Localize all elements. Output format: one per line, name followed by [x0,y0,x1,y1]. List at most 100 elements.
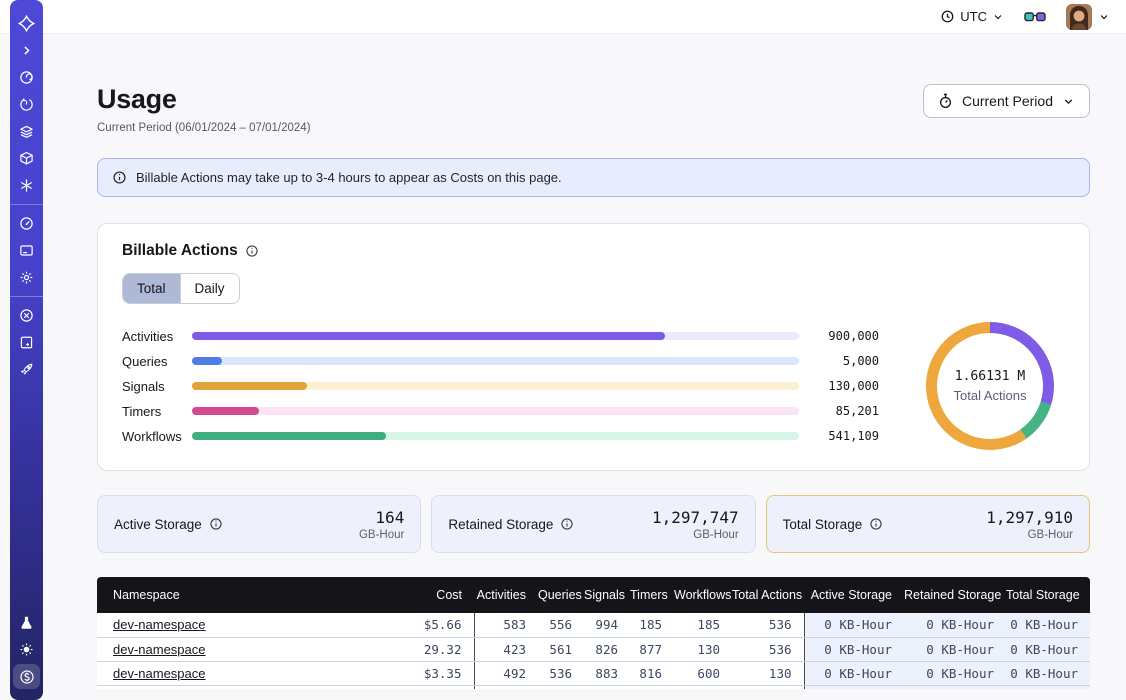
tab-total[interactable]: Total [123,274,181,303]
namespace-cell: dev-namespace [97,637,369,661]
column-header: Activities [474,577,538,613]
view-tabs: Total Daily [122,273,240,304]
period-selector-button[interactable]: Current Period [923,84,1090,118]
bar-value: 541,109 [813,429,879,443]
value-cell: 0 KB-Hour [1006,661,1090,685]
stopwatch-icon [938,93,953,109]
bar-fill [192,407,259,415]
expand-chevron-icon[interactable] [10,37,43,64]
info-icon[interactable] [560,517,574,531]
bar-label: Timers [122,404,192,419]
schedules-icon[interactable] [10,91,43,118]
info-icon[interactable] [209,517,223,531]
usage-meter-icon[interactable] [10,210,43,237]
column-header: Total Storage [1006,577,1090,613]
support-icon[interactable] [10,302,43,329]
value-cell [1006,685,1090,689]
value-cell: 0 KB-Hour [804,637,904,661]
page-title: Usage [97,84,311,115]
namespace-link[interactable]: dev-namespace [113,666,206,681]
column-header: Namespace [97,577,369,613]
sidebar-divider [10,296,43,297]
value-cell: 0 KB-Hour [804,613,904,637]
value-cell: $5.66 [369,613,474,637]
total-actions-donut: 1.66131 M Total Actions [926,322,1054,450]
table-row-partial: dev-namespace [97,685,1090,689]
chevron-down-icon [992,11,1004,23]
value-cell: 185 [630,613,674,637]
glasses-icon[interactable] [1024,10,1046,24]
bar-track [192,382,799,390]
value-cell: 561 [538,637,584,661]
bar-row: Queries5,000 [122,349,879,374]
table-row: dev-namespace$5.665835569941851855360 KB… [97,613,1090,637]
namespaces-icon[interactable] [10,64,43,91]
main-content: Usage Current Period (06/01/2024 – 07/01… [0,33,1126,700]
value-cell: 0 KB-Hour [1006,637,1090,661]
value-cell: 877 [630,637,674,661]
column-header: Retained Storage [904,577,1006,613]
column-header: Total Actions [732,577,804,613]
active-storage-unit: GB-Hour [359,529,404,541]
value-cell: 0 KB-Hour [904,661,1006,685]
value-cell: 29.32 [369,637,474,661]
bar-track [192,332,799,340]
page-header: Usage Current Period (06/01/2024 – 07/01… [97,84,1090,134]
billing-card-icon[interactable] [10,237,43,264]
billable-actions-title: Billable Actions [122,242,1065,260]
column-header: Active Storage [804,577,904,613]
value-cell: 536 [732,637,804,661]
namespace-cell: dev-namespace [97,661,369,685]
temporal-logo-icon[interactable] [10,10,43,37]
usage-dollar-icon[interactable] [10,663,43,690]
info-banner: Billable Actions may take up to 3-4 hour… [97,158,1090,197]
bar-label: Activities [122,329,192,344]
deployments-icon[interactable] [10,145,43,172]
value-cell: 583 [474,613,538,637]
value-cell: 423 [474,637,538,661]
timezone-selector[interactable]: UTC [940,9,1004,24]
namespace-cell: dev-namespace [97,685,369,689]
value-cell: 0 KB-Hour [904,637,1006,661]
value-cell: 994 [584,613,630,637]
billable-actions-chart: Activities900,000Queries5,000Signals130,… [122,322,1065,450]
bar-label: Queries [122,354,192,369]
info-icon[interactable] [869,517,883,531]
value-cell: 556 [538,613,584,637]
value-cell: 0 KB-Hour [804,661,904,685]
user-menu[interactable] [1066,4,1110,30]
total-storage-label: Total Storage [783,517,863,532]
rocket-icon[interactable] [10,356,43,383]
namespace-link[interactable]: dev-namespace [113,617,206,632]
active-storage-label: Active Storage [114,517,202,532]
theme-sun-icon[interactable] [10,636,43,663]
bar-value: 900,000 [813,329,879,343]
timezone-label: UTC [960,9,987,24]
table-row: dev-namespace29.324235618268771305360 KB… [97,637,1090,661]
nexus-icon[interactable] [10,172,43,199]
donut-total-value: 1.66131 M [955,369,1025,384]
active-nav-highlight [13,664,40,689]
retained-storage-unit: GB-Hour [652,529,739,541]
value-cell: 536 [538,661,584,685]
clock-icon [940,9,955,24]
docs-icon[interactable] [10,329,43,356]
value-cell [538,685,584,689]
namespace-link[interactable]: dev-namespace [113,642,206,657]
tab-daily[interactable]: Daily [181,274,239,303]
labs-flask-icon[interactable] [10,609,43,636]
sidebar-nav [10,0,43,700]
settings-gear-icon[interactable] [10,264,43,291]
retained-storage-value: 1,297,747 [652,508,739,527]
value-cell: $3.35 [369,661,474,685]
value-cell [584,685,630,689]
info-icon[interactable] [245,244,259,258]
value-cell: 130 [674,637,732,661]
namespace-usage-table: NamespaceCostActivitiesQueriesSignalsTim… [97,577,1090,689]
column-header: Cost [369,577,474,613]
bar-track [192,357,799,365]
bar-label: Workflows [122,429,192,444]
info-banner-text: Billable Actions may take up to 3-4 hour… [136,170,562,185]
chevron-down-icon [1098,11,1110,23]
layers-icon[interactable] [10,118,43,145]
